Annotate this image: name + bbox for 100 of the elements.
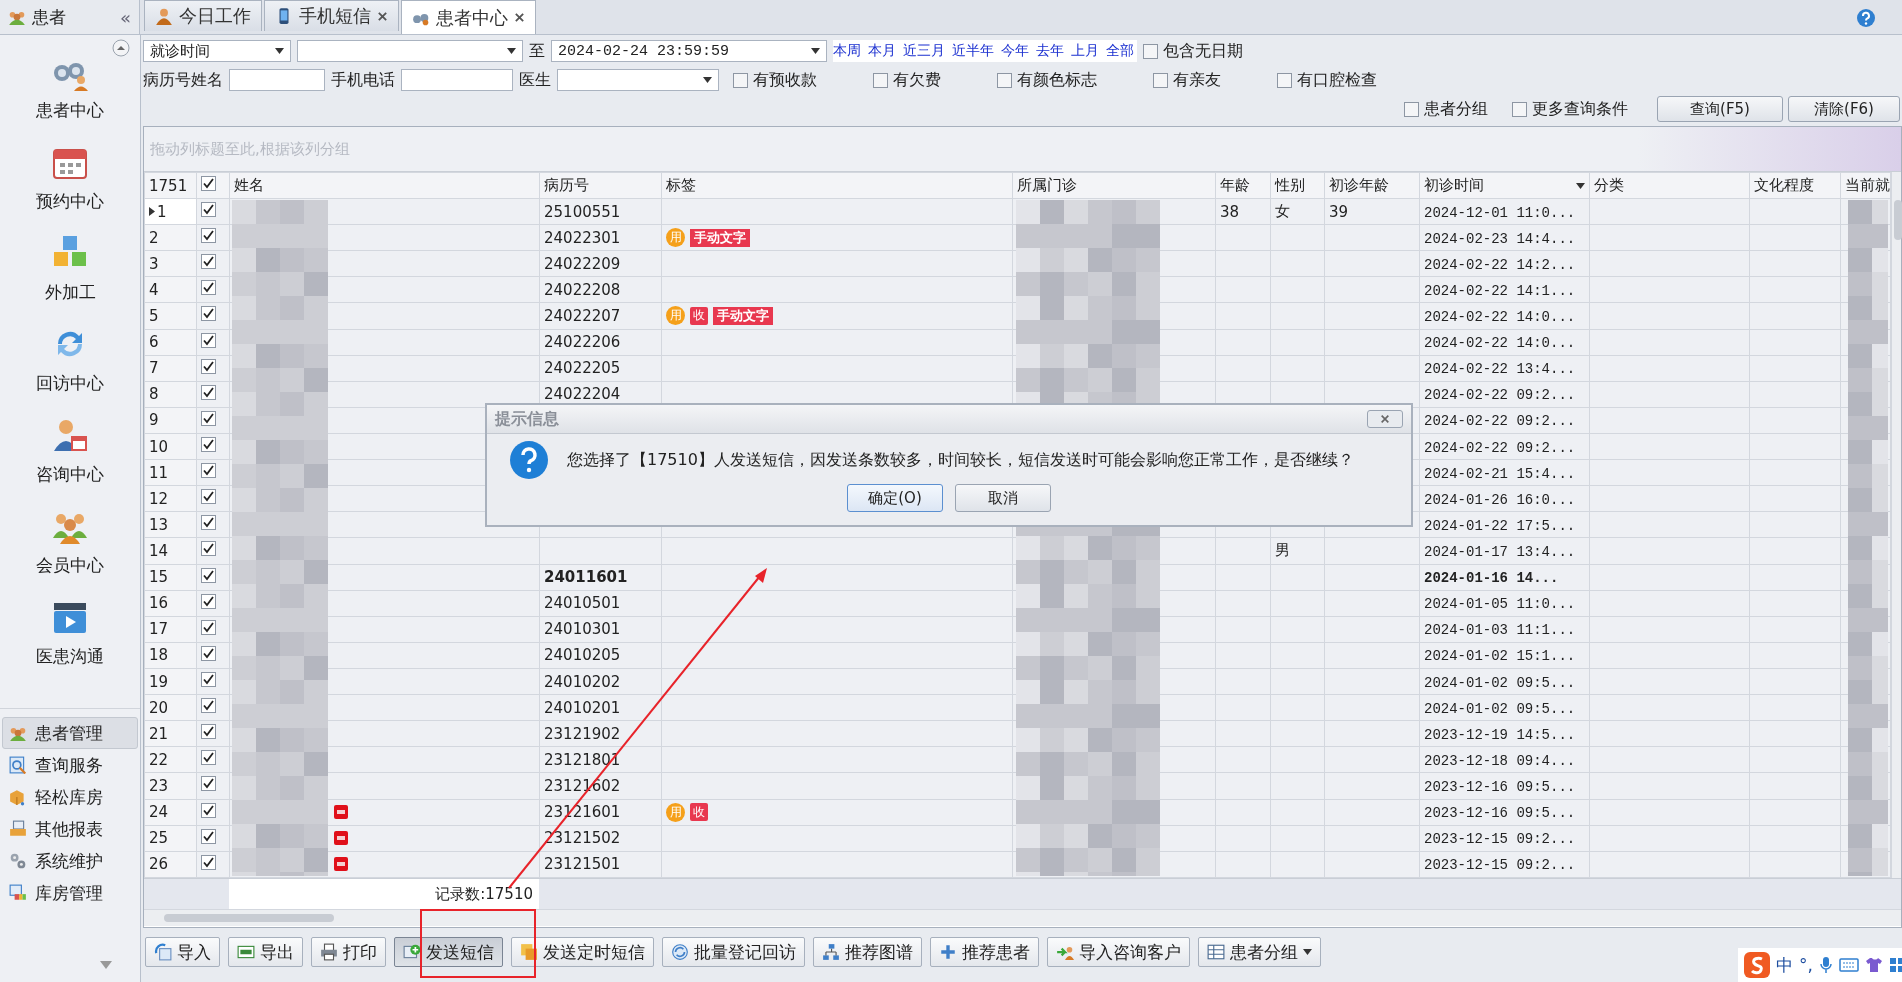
query-button[interactable]: 查询(F5) bbox=[1657, 96, 1783, 122]
checkbox[interactable] bbox=[201, 306, 216, 322]
checkbox[interactable] bbox=[201, 358, 216, 374]
date-range-link[interactable]: 近三月 bbox=[903, 42, 945, 60]
checkbox[interactable] bbox=[873, 72, 888, 88]
collapse-button[interactable]: « bbox=[120, 6, 131, 28]
ime-language[interactable]: 中 bbox=[1776, 953, 1793, 977]
toolbar-button[interactable]: 推荐患者 bbox=[930, 937, 1039, 967]
module-item[interactable]: 系统维护 bbox=[2, 845, 138, 877]
checkbox[interactable] bbox=[201, 437, 216, 453]
checkbox[interactable] bbox=[201, 515, 216, 531]
nav-item[interactable]: 咨询中心 bbox=[0, 405, 140, 496]
checkbox[interactable] bbox=[733, 72, 748, 88]
date-range-link[interactable]: 上月 bbox=[1071, 42, 1099, 60]
record-name-field[interactable] bbox=[229, 69, 325, 91]
module-item[interactable]: 库房管理 bbox=[2, 877, 138, 909]
date-range-link[interactable]: 今年 bbox=[1001, 42, 1029, 60]
vertical-scrollbar[interactable] bbox=[1891, 172, 1901, 878]
date-range-link[interactable]: 近半年 bbox=[952, 42, 994, 60]
date-range-link[interactable]: 全部 bbox=[1106, 42, 1134, 60]
checkbox[interactable] bbox=[201, 593, 216, 609]
checkbox[interactable] bbox=[201, 619, 216, 635]
plus-icon bbox=[939, 943, 957, 961]
module-item[interactable]: 轻松库房 bbox=[2, 781, 138, 813]
tab[interactable]: 今日工作 bbox=[144, 0, 262, 31]
checkbox[interactable] bbox=[201, 332, 216, 348]
column-header[interactable]: 分类 bbox=[1594, 176, 1624, 195]
checkbox[interactable] bbox=[201, 854, 216, 870]
checkbox[interactable] bbox=[201, 698, 216, 714]
checkbox[interactable] bbox=[201, 724, 216, 740]
row-number: 13 bbox=[149, 515, 169, 534]
row-number: 16 bbox=[149, 594, 169, 613]
checkbox[interactable] bbox=[997, 72, 1012, 88]
date-range-link[interactable]: 本月 bbox=[868, 42, 896, 60]
checkbox[interactable] bbox=[201, 828, 216, 844]
first-visit-time: 2024-02-23 14:4... bbox=[1424, 230, 1576, 247]
date-to-dropdown[interactable]: 2024-02-24 23:59:59 bbox=[551, 40, 827, 62]
question-icon bbox=[509, 440, 549, 480]
ime-punctuation[interactable]: °, bbox=[1799, 955, 1813, 975]
nav-item[interactable]: 预约中心 bbox=[0, 132, 140, 223]
checkbox[interactable] bbox=[1277, 72, 1292, 88]
toolbar-button[interactable]: 打印 bbox=[311, 937, 386, 967]
toolbar-button[interactable]: 患者分组 bbox=[1198, 937, 1321, 967]
first-visit-time: 2024-02-22 09:2... bbox=[1424, 439, 1576, 456]
toolbar-button[interactable]: 推荐图谱 bbox=[813, 937, 922, 967]
toolbar-button[interactable]: 发送定时短信 bbox=[511, 937, 654, 967]
module-item[interactable]: 查询服务 bbox=[2, 749, 138, 781]
first-visit-age: 39 bbox=[1329, 202, 1349, 221]
checkbox[interactable] bbox=[201, 776, 216, 792]
checkbox[interactable] bbox=[201, 384, 216, 400]
first-visit-time: 2024-02-22 14:2... bbox=[1424, 256, 1576, 273]
checkbox[interactable] bbox=[201, 463, 216, 479]
toolbar-button[interactable]: 导出 bbox=[228, 937, 303, 967]
row-number: 9 bbox=[149, 411, 159, 430]
checkbox[interactable] bbox=[201, 228, 216, 244]
date-range-link[interactable]: 去年 bbox=[1036, 42, 1064, 60]
module-item[interactable]: 其他报表 bbox=[2, 813, 138, 845]
tab[interactable]: 患者中心 bbox=[401, 0, 536, 34]
checkbox[interactable] bbox=[1153, 72, 1168, 88]
nav-item[interactable]: 外加工 bbox=[0, 223, 140, 314]
row-number: 23 bbox=[149, 776, 169, 795]
checkbox[interactable] bbox=[201, 750, 216, 766]
select-all-checkbox[interactable] bbox=[201, 176, 216, 191]
checkbox[interactable] bbox=[1512, 101, 1527, 117]
checkbox[interactable] bbox=[1404, 101, 1419, 117]
module-item[interactable]: 患者管理 bbox=[2, 717, 138, 749]
date-range-link[interactable]: 本周 bbox=[833, 42, 861, 60]
toolbar-button[interactable]: 批量登记回访 bbox=[662, 937, 805, 967]
close-button[interactable] bbox=[1367, 410, 1403, 428]
checkbox[interactable] bbox=[201, 280, 216, 296]
nav-item[interactable]: 患者中心 bbox=[0, 41, 140, 132]
column-header[interactable]: 姓名 bbox=[234, 176, 264, 195]
toolbar-button[interactable]: 导入 bbox=[145, 937, 220, 967]
phone-field[interactable] bbox=[401, 69, 513, 91]
clear-button[interactable]: 清除(F6) bbox=[1788, 96, 1900, 122]
checkbox[interactable] bbox=[201, 802, 216, 818]
checkbox[interactable] bbox=[201, 254, 216, 270]
date-field-dropdown[interactable]: 就诊时间 bbox=[143, 40, 291, 62]
column-header[interactable]: 标签 bbox=[666, 176, 696, 195]
first-visit-time: 2024-02-22 13:4... bbox=[1424, 361, 1576, 378]
horizontal-scrollbar[interactable] bbox=[144, 909, 1901, 926]
checkbox[interactable] bbox=[201, 489, 216, 505]
confirm-button[interactable]: 确定(O) bbox=[847, 484, 943, 512]
cancel-button[interactable]: 取消 bbox=[955, 484, 1051, 512]
nav-item[interactable]: 回访中心 bbox=[0, 314, 140, 405]
checkbox[interactable] bbox=[201, 567, 216, 583]
checkbox[interactable] bbox=[201, 541, 216, 557]
checkbox[interactable] bbox=[201, 202, 216, 218]
toolbar-button[interactable]: 发送短信 bbox=[394, 937, 503, 967]
checkbox[interactable] bbox=[201, 410, 216, 426]
box-cart-icon bbox=[9, 788, 27, 806]
checkbox[interactable] bbox=[1143, 43, 1158, 59]
checkbox[interactable] bbox=[201, 645, 216, 661]
nav-item[interactable]: 会员中心 bbox=[0, 496, 140, 587]
nav-item[interactable]: 医患沟通 bbox=[0, 587, 140, 678]
record-number: 24022206 bbox=[544, 333, 621, 352]
checkbox-label: 有颜色标志 bbox=[1017, 69, 1097, 91]
checkbox[interactable] bbox=[201, 672, 216, 687]
tab[interactable]: 手机短信 bbox=[264, 0, 399, 31]
toolbar-button[interactable]: 导入咨询客户 bbox=[1047, 937, 1190, 967]
